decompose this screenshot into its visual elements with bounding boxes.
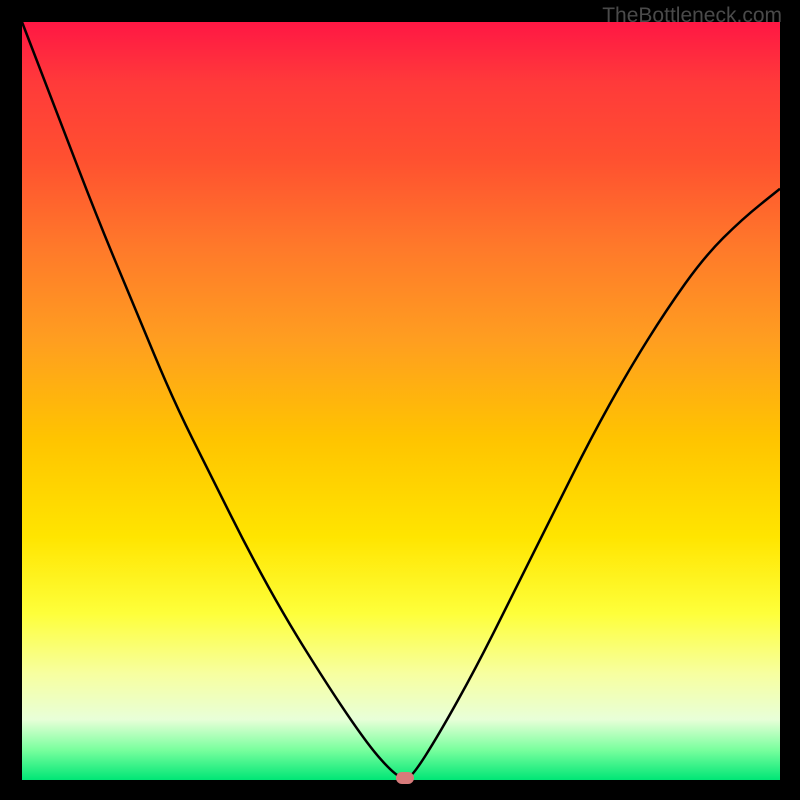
watermark-text: TheBottleneck.com [602,4,782,28]
optimal-point-marker [396,772,414,784]
bottleneck-curve [22,22,780,780]
